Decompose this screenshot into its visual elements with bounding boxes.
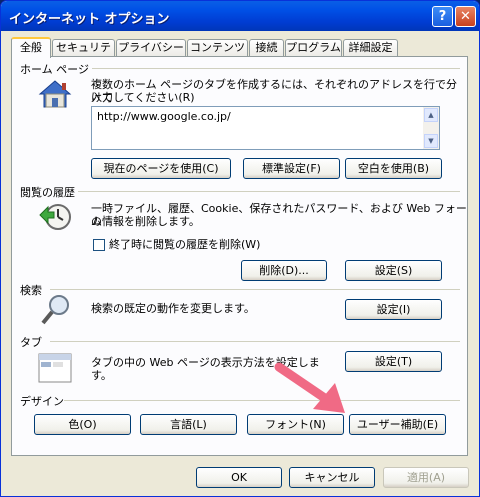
delete-history-button[interactable]: 削除(D)... bbox=[241, 260, 327, 281]
tab-security[interactable]: セキュリティ bbox=[52, 39, 115, 70]
history-divider bbox=[78, 191, 460, 192]
tabs-header: タブ bbox=[20, 336, 42, 349]
home-page-url: http://www.google.co.jp/ bbox=[97, 110, 231, 123]
search-header: 検索 bbox=[20, 284, 42, 297]
search-description: 検索の既定の動作を変更します。 bbox=[91, 302, 255, 315]
tabs-settings-button[interactable]: 設定(T) bbox=[345, 351, 442, 372]
tab-content[interactable]: コンテンツ bbox=[187, 39, 248, 56]
home-page-textarea[interactable]: http://www.google.co.jp/ ▲ ▼ bbox=[91, 106, 440, 150]
delete-on-exit-label[interactable]: 終了時に閲覧の履歴を削除(W) bbox=[109, 238, 260, 251]
colors-button[interactable]: 色(O) bbox=[34, 414, 131, 435]
history-header: 閲覧の履歴 bbox=[20, 186, 75, 199]
tab-programs[interactable]: プログラム bbox=[285, 39, 342, 56]
history-clock-icon bbox=[39, 204, 71, 230]
languages-button[interactable]: 言語(L) bbox=[140, 414, 237, 435]
scroll-down-icon[interactable]: ▼ bbox=[424, 134, 438, 148]
internet-options-dialog: インターネット オプション ? ✕ 全般 セキュリティ プライバシー コンテンツ… bbox=[0, 0, 480, 497]
title-bar[interactable]: インターネット オプション ? ✕ bbox=[1, 1, 479, 31]
appearance-header: デザイン bbox=[20, 395, 64, 408]
appearance-divider bbox=[64, 400, 460, 401]
use-blank-button[interactable]: 空白を使用(B) bbox=[345, 158, 442, 179]
accessibility-button[interactable]: ユーザー補助(E) bbox=[349, 414, 446, 435]
window-title: インターネット オプション bbox=[9, 12, 170, 27]
tabs-divider bbox=[50, 341, 460, 342]
history-settings-button[interactable]: 設定(S) bbox=[345, 260, 442, 281]
apply-button[interactable]: 適用(A) bbox=[383, 467, 469, 488]
home-textarea-scrollbar[interactable]: ▲ ▼ bbox=[423, 107, 439, 149]
tab-privacy[interactable]: プライバシー bbox=[116, 39, 186, 56]
search-magnifier-icon bbox=[41, 295, 69, 325]
tab-general[interactable]: 全般 bbox=[11, 37, 51, 58]
use-current-button[interactable]: 現在のページを使用(C) bbox=[91, 158, 231, 179]
annotation-arrow-icon bbox=[274, 362, 345, 413]
close-button[interactable]: ✕ bbox=[455, 6, 476, 27]
home-page-divider bbox=[92, 68, 460, 69]
use-default-button[interactable]: 標準設定(F) bbox=[243, 158, 340, 179]
delete-on-exit-checkbox[interactable] bbox=[93, 239, 105, 251]
history-description-line2: の情報を削除します。 bbox=[91, 215, 200, 228]
help-button[interactable]: ? bbox=[432, 6, 453, 27]
home-page-header: ホーム ページ bbox=[20, 63, 89, 76]
home-icon bbox=[38, 80, 72, 108]
ok-button[interactable]: OK bbox=[196, 467, 282, 488]
tab-advanced[interactable]: 詳細設定 bbox=[343, 39, 398, 56]
search-divider bbox=[50, 289, 460, 290]
tab-window-icon bbox=[38, 353, 72, 383]
cancel-button[interactable]: キャンセル bbox=[289, 467, 375, 488]
scroll-up-icon[interactable]: ▲ bbox=[424, 108, 438, 122]
tabs-description-line2: す。 bbox=[91, 369, 112, 382]
general-tab-panel: ホーム ページ 複数のホーム ページのタブを作成するには、それぞれのアドレスを行… bbox=[11, 56, 468, 456]
home-description-line2: 入力してください(R) bbox=[91, 91, 195, 104]
tab-connections[interactable]: 接続 bbox=[249, 39, 284, 56]
search-settings-button[interactable]: 設定(I) bbox=[345, 299, 442, 320]
